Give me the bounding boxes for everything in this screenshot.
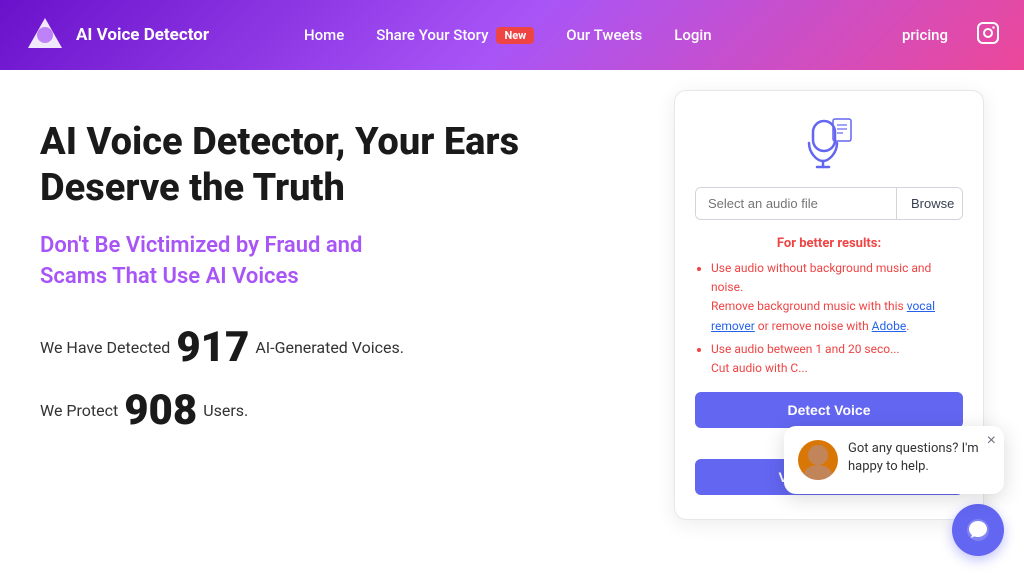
chat-avatar	[798, 440, 838, 480]
file-select-field[interactable]	[696, 188, 896, 219]
instagram-icon	[976, 21, 1000, 45]
file-input-row[interactable]: Browse	[695, 187, 963, 220]
results-title: For better results:	[695, 236, 963, 251]
left-content: AI Voice Detector, Your Ears Deserve the…	[40, 90, 634, 449]
logo-icon	[24, 14, 66, 56]
tip-2: Use audio between 1 and 20 seco... Cut a…	[711, 340, 963, 378]
chat-fab-button[interactable]	[952, 504, 1004, 556]
adobe-link[interactable]: Adobe	[872, 319, 907, 333]
detect-voice-button[interactable]: Detect Voice	[695, 392, 963, 428]
browse-button[interactable]: Browse	[896, 188, 963, 219]
nav-instagram[interactable]	[976, 21, 1000, 49]
logo-text: AI Voice Detector	[76, 25, 209, 45]
nav-home[interactable]: Home	[304, 26, 344, 44]
chat-popup-text: Got any questions? I'm happy to help.	[848, 440, 990, 476]
hero-subtitle: Don't Be Victimized by Fraud and Scams T…	[40, 231, 634, 293]
new-badge: New	[496, 27, 534, 44]
header: AI Voice Detector Home Share Your Story …	[0, 0, 1024, 70]
chat-close-button[interactable]: ×	[987, 432, 996, 450]
stat-detected: We Have Detected 917 AI-Generated Voices…	[40, 323, 634, 372]
results-tips: For better results: Use audio without ba…	[695, 236, 963, 378]
tip-1: Use audio without background music and n…	[711, 259, 963, 336]
tips-list: Use audio without background music and n…	[695, 259, 963, 378]
mic-icon	[801, 115, 857, 171]
chat-popup: Got any questions? I'm happy to help. ×	[784, 426, 1004, 494]
nav-right: pricing	[902, 21, 1000, 49]
mic-icon-wrapper	[695, 115, 963, 171]
stat-protect: We Protect 908 Users.	[40, 386, 634, 435]
nav-our-tweets[interactable]: Our Tweets	[566, 26, 642, 44]
logo-area: AI Voice Detector	[24, 14, 224, 56]
nav-login[interactable]: Login	[674, 26, 711, 44]
hero-title: AI Voice Detector, Your Ears Deserve the…	[40, 120, 634, 211]
main-nav: Home Share Your Story New Our Tweets Log…	[304, 26, 712, 44]
nav-pricing[interactable]: pricing	[902, 26, 948, 44]
chat-fab-icon	[965, 517, 991, 543]
avatar-image	[798, 440, 838, 480]
chat-widget: Got any questions? I'm happy to help. ×	[784, 426, 1004, 556]
nav-share-story[interactable]: Share Your Story New	[376, 26, 534, 44]
